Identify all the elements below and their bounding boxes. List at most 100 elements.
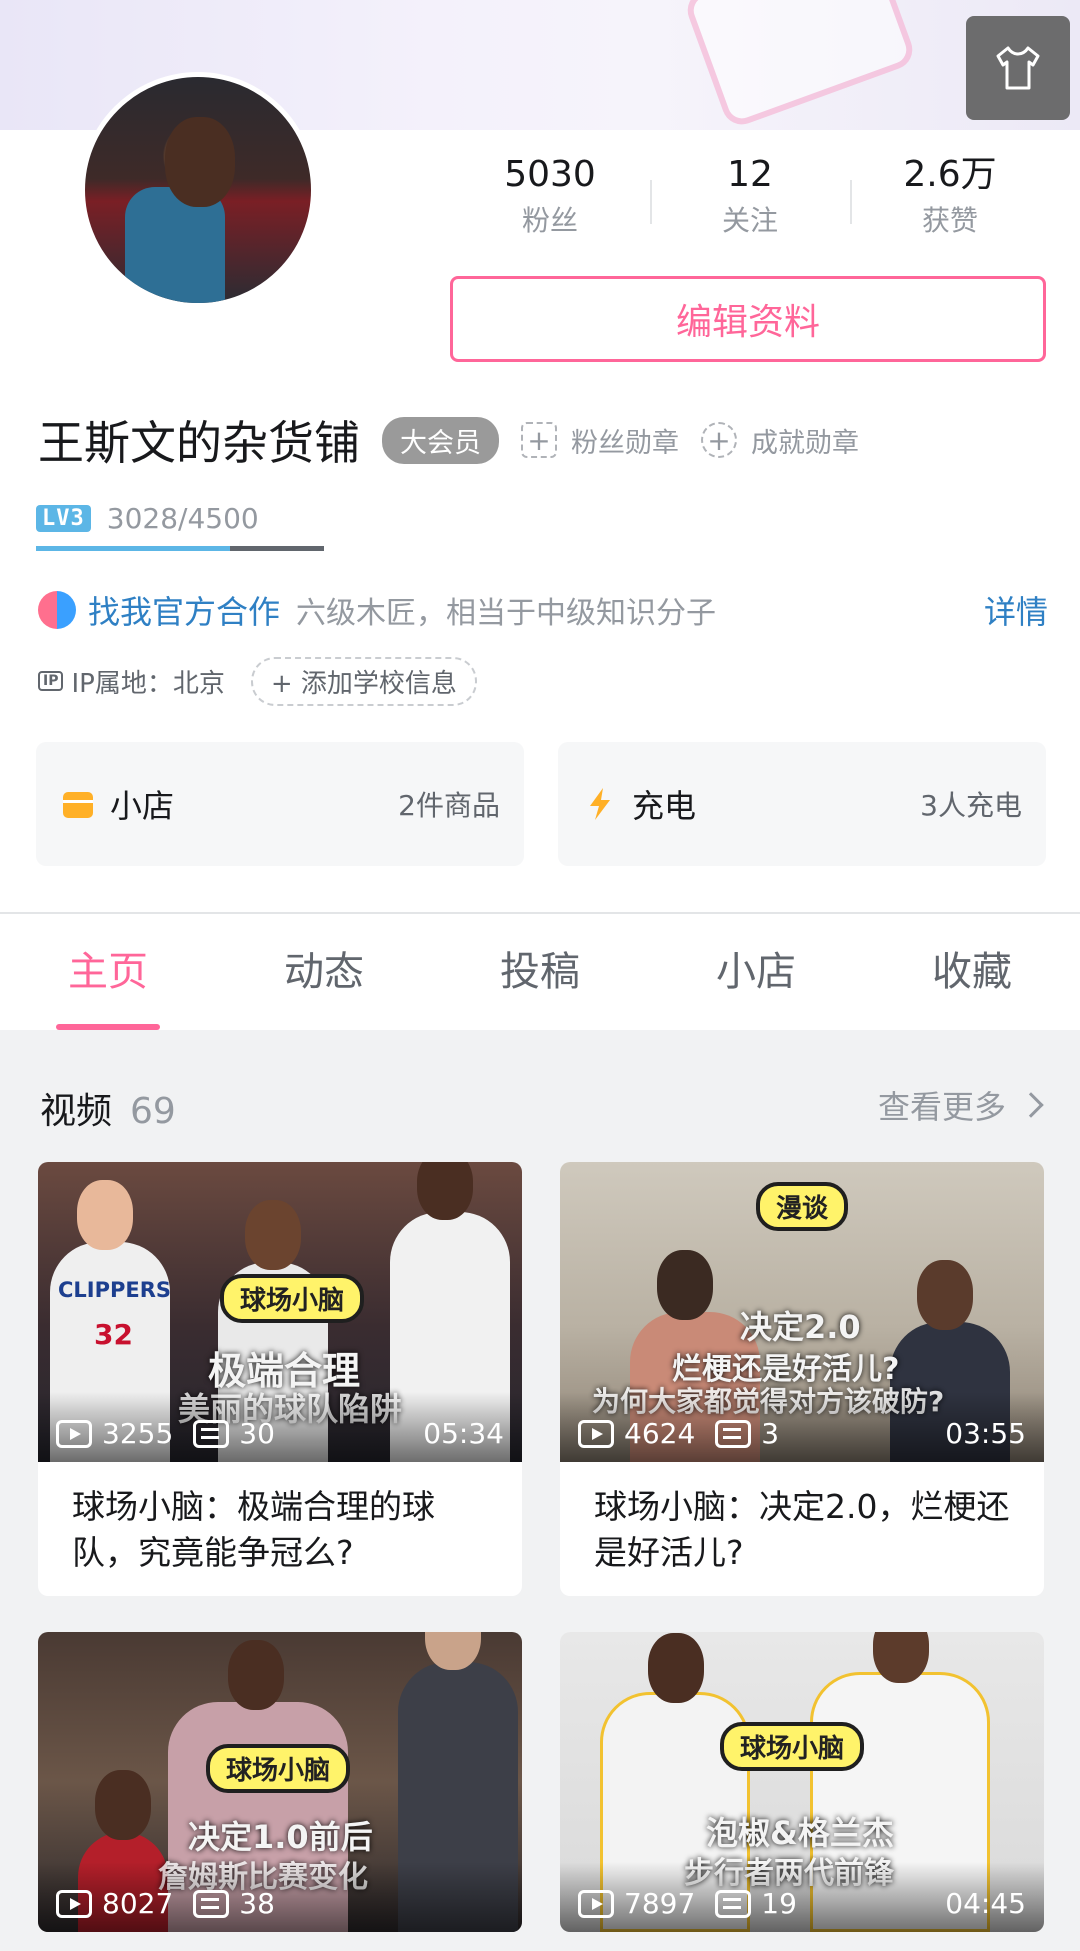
exp-progress-fill [36, 546, 230, 551]
danmaku-count: 3 [761, 1417, 780, 1450]
achievement-medal-button[interactable]: + 成就勋章 [701, 421, 859, 460]
video-card[interactable]: 漫谈 决定2.0 烂梗还是好活儿? 为何大家都觉得对方该破防? 4624 3 0… [560, 1162, 1044, 1596]
vip-badge[interactable]: 大会员 [382, 416, 499, 464]
video-duration: 03:55 [945, 1417, 1026, 1450]
cooperation-row: 找我官方合作 六级木匠，相当于中级知识分子 详情 [38, 584, 1048, 636]
stat-label: 粉丝 [521, 204, 578, 237]
video-tag: 球场小脑 [206, 1744, 351, 1793]
level-row[interactable]: LV3 3028/4500 [36, 502, 259, 535]
play-count: 8027 [102, 1887, 174, 1920]
profile-tabs: 主页 动态 投稿 小店 收藏 [0, 914, 1080, 1030]
bio-text: 六级木匠，相当于中级知识分子 [296, 596, 717, 631]
video-thumbnail[interactable]: 球场小脑 泡椒&格兰杰 步行者两代前锋 7897 19 04:45 [560, 1632, 1044, 1932]
shop-title: 小店 [110, 787, 175, 825]
video-title[interactable]: 球场小脑：决定2.0，烂梗还是好活儿? [560, 1462, 1044, 1596]
danmaku-icon [715, 1419, 752, 1448]
tab-dynamics[interactable]: 动态 [216, 914, 432, 1030]
fan-medal-label: 粉丝勋章 [571, 427, 679, 459]
shop-count: 2件商品 [398, 789, 500, 822]
charge-title: 充电 [632, 787, 697, 825]
play-count: 7897 [624, 1887, 696, 1920]
stat-label: 获赞 [921, 204, 978, 237]
achievement-medal-label: 成就勋章 [751, 427, 859, 459]
cooperation-logo-icon [38, 591, 76, 629]
videos-count: 69 [130, 1091, 176, 1132]
video-thumbnail[interactable]: 漫谈 决定2.0 烂梗还是好活儿? 为何大家都觉得对方该破防? 4624 3 0… [560, 1162, 1044, 1462]
edit-profile-button[interactable]: 编辑资料 [450, 276, 1046, 362]
add-school-label: 添加学校信息 [300, 668, 457, 699]
video-thumbnail[interactable]: 球场小脑 决定1.0前后 詹姆斯比赛变化 8027 38 [38, 1632, 522, 1932]
video-meta: 4624 3 03:55 [560, 1392, 1044, 1462]
home-content: 视频 69 查看更多 CLIPPERS 32 球场小脑 极端合理 美丽的球队陷阱 … [0, 1030, 1080, 1951]
shop-icon [63, 792, 93, 818]
banner-decoration [682, 0, 918, 130]
view-more-label: 查看更多 [877, 1088, 1006, 1126]
service-cards: 小店 2件商品 充电 3人充电 [36, 742, 1046, 866]
tab-shop[interactable]: 小店 [648, 914, 864, 1030]
danmaku-icon [193, 1889, 230, 1918]
stat-label: 关注 [721, 204, 778, 237]
tab-home[interactable]: 主页 [0, 914, 216, 1030]
danmaku-count: 38 [239, 1887, 275, 1920]
video-card[interactable]: 球场小脑 泡椒&格兰杰 步行者两代前锋 7897 19 04:45 [560, 1632, 1044, 1932]
add-school-button[interactable]: + 添加学校信息 [250, 656, 477, 706]
danmaku-count: 30 [239, 1417, 275, 1450]
video-tag: 球场小脑 [220, 1274, 365, 1323]
exp-text: 3028/4500 [106, 502, 259, 535]
danmaku-icon [715, 1889, 752, 1918]
video-card[interactable]: CLIPPERS 32 球场小脑 极端合理 美丽的球队陷阱 3255 30 05… [38, 1162, 522, 1596]
play-count-icon [578, 1889, 614, 1918]
outfit-button[interactable] [966, 16, 1070, 120]
tab-favorites[interactable]: 收藏 [864, 914, 1080, 1030]
cooperation-link[interactable]: 找我官方合作 [88, 587, 280, 633]
video-thumbnail[interactable]: CLIPPERS 32 球场小脑 极端合理 美丽的球队陷阱 3255 30 05… [38, 1162, 522, 1462]
stat-number: 5030 [504, 154, 596, 195]
profile-stats: 5030 粉丝 12 关注 2.6万 获赞 [450, 150, 1050, 250]
video-meta: 8027 38 [38, 1862, 522, 1932]
overlay-text: 决定2.0 [740, 1308, 861, 1346]
exp-progress-bar [36, 546, 324, 551]
ip-icon: IP [38, 671, 64, 691]
plus-icon: + [521, 422, 557, 458]
tshirt-icon [996, 46, 1040, 90]
username: 王斯文的杂货铺 [38, 416, 360, 470]
play-count-icon [578, 1419, 614, 1448]
video-duration: 05:34 [423, 1417, 504, 1450]
danmaku-count: 19 [761, 1887, 797, 1920]
tab-uploads[interactable]: 投稿 [432, 914, 648, 1030]
level-badge: LV3 [36, 505, 91, 532]
plus-icon: + [701, 422, 737, 458]
video-title[interactable]: 球场小脑：极端合理的球队，究竟能争冠么? [38, 1462, 522, 1596]
chevron-right-icon [1018, 1092, 1044, 1118]
charge-count: 3人充电 [920, 789, 1022, 822]
video-tag: 漫谈 [756, 1182, 849, 1231]
charge-card[interactable]: 充电 3人充电 [558, 742, 1046, 866]
ip-location: IP属地：北京 [71, 668, 225, 699]
video-card[interactable]: 球场小脑 决定1.0前后 詹姆斯比赛变化 8027 38 [38, 1632, 522, 1932]
danmaku-icon [193, 1419, 230, 1448]
stat-fans[interactable]: 5030 粉丝 [450, 150, 650, 250]
video-duration: 04:45 [945, 1887, 1026, 1920]
stat-following[interactable]: 12 关注 [650, 150, 850, 250]
videos-section-title: 视频 [40, 1091, 113, 1132]
play-count-icon [56, 1889, 92, 1918]
stat-likes[interactable]: 2.6万 获赞 [850, 150, 1050, 250]
jersey-number: 32 [94, 1318, 133, 1351]
lightning-icon [590, 788, 610, 820]
details-link[interactable]: 详情 [984, 587, 1048, 633]
videos-section-header: 视频 69 [40, 1082, 176, 1134]
play-count: 4624 [624, 1417, 696, 1450]
stat-number: 2.6万 [903, 154, 997, 195]
video-meta: 3255 30 05:34 [38, 1392, 522, 1462]
name-row: 王斯文的杂货铺 大会员 + 粉丝勋章 + 成就勋章 [38, 402, 859, 478]
ip-row: IP IP属地：北京 + 添加学校信息 [38, 656, 477, 706]
jersey-text: CLIPPERS [58, 1278, 172, 1302]
stat-number: 12 [727, 154, 773, 195]
avatar[interactable] [80, 72, 316, 308]
fan-medal-button[interactable]: + 粉丝勋章 [521, 421, 679, 460]
play-count: 3255 [102, 1417, 174, 1450]
play-count-icon [56, 1419, 92, 1448]
video-tag: 球场小脑 [720, 1722, 865, 1771]
shop-card[interactable]: 小店 2件商品 [36, 742, 524, 866]
view-more-link[interactable]: 查看更多 [877, 1082, 1044, 1128]
